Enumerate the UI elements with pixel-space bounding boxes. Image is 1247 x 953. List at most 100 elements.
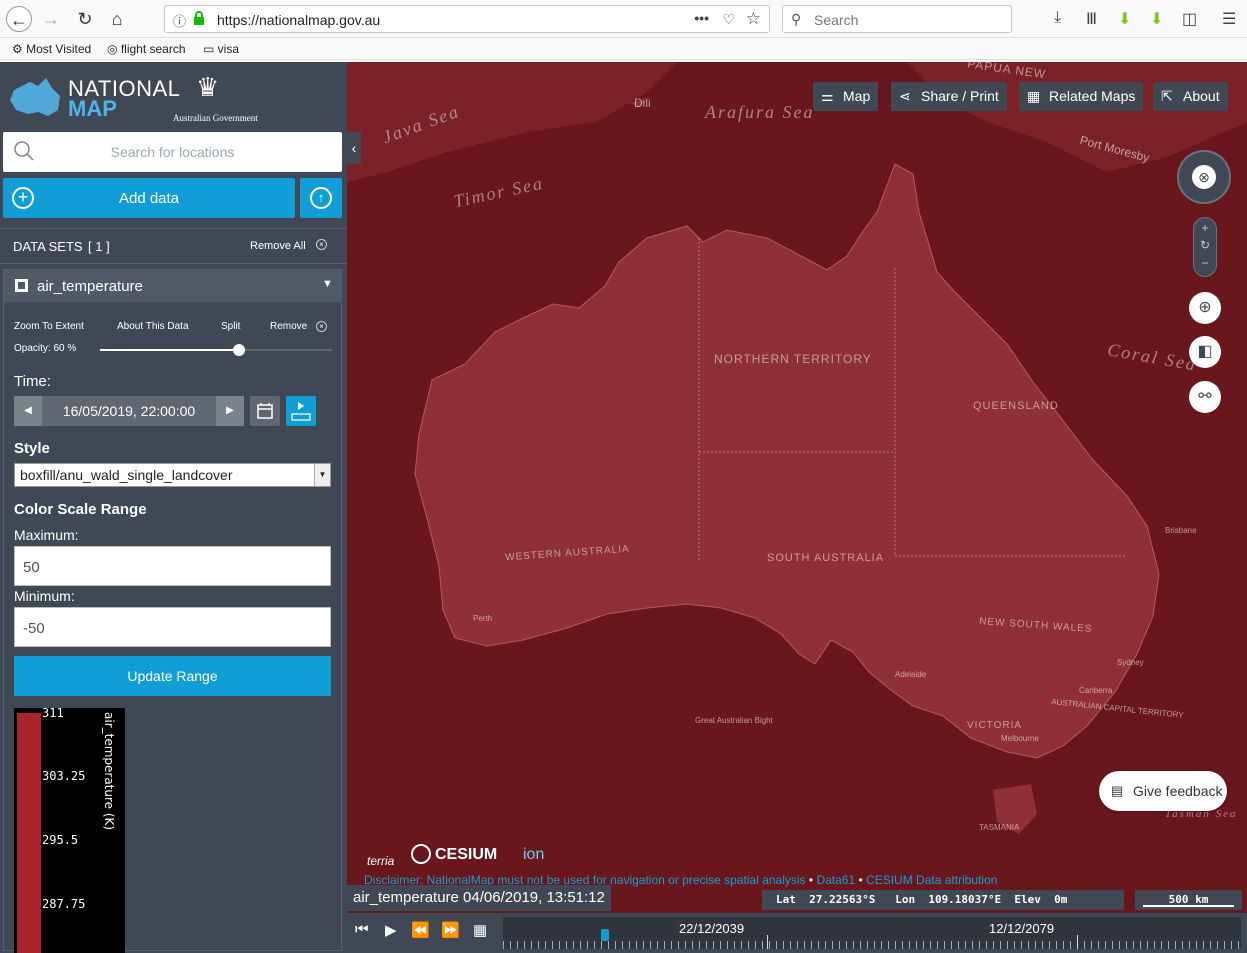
dataset-name: air_temperature [37,278,143,295]
timeline-track[interactable]: 22/12/2039 12/12/2079 [503,917,1241,949]
step-back-icon[interactable]: ⏪ [411,921,430,939]
coordinates-readout: Lat 27.22563°S Lon 109.18037°E Elev 0m [762,890,1124,910]
add-data-button[interactable]: + Add data [3,178,295,218]
zoom-to-extent-link[interactable]: Zoom To Extent [14,321,84,332]
extension-download-icon[interactable]: ⬇ [1118,9,1131,29]
search-placeholder: Search for locations [110,144,235,160]
page-actions-icon[interactable]: ••• [694,10,709,26]
dataset-panel: air_temperature ▼ Zoom To Extent About T… [3,269,342,953]
menu-icon[interactable]: ☰ [1222,9,1236,29]
opacity-slider-fill [100,349,240,351]
datasets-title: DATA SETS [13,239,83,254]
dataset-item-header[interactable]: air_temperature ▼ [4,270,341,302]
style-select[interactable]: boxfill/anu_wald_single_landcover ▼ [14,463,331,487]
split-link[interactable]: Split [221,321,240,332]
upload-button[interactable]: ↑ [300,178,342,218]
info-icon[interactable]: ⓘ [173,11,186,30]
map-label-northern-territory: NORTHERN TERRITORY [714,352,872,366]
browser-toolbar: ← → ↻ ⌂ ⓘ https://nationalmap.gov.au •••… [0,0,1247,38]
related-maps-button[interactable]: ▦ Related Maps [1019,82,1144,111]
legend-tick: 287.75 [42,897,86,911]
terria-logo[interactable]: terria [367,854,394,868]
bookmark-star-icon[interactable]: ☆ [746,9,761,29]
collapse-sidebar-button[interactable]: ‹ [347,132,361,164]
zoom-out-icon[interactable]: − [1194,256,1216,270]
external-link-icon: ⇱ [1161,88,1173,104]
location-search-input[interactable]: Search for locations [3,132,342,172]
remove-all-button[interactable]: Remove All [250,240,306,252]
legend-tick: 311 [42,706,64,720]
map-label-brisbane: Brisbane [1165,526,1197,535]
timeline-major-tick [1077,935,1078,949]
minimum-input[interactable]: -50 [14,607,331,647]
opacity-slider-handle[interactable] [233,344,246,356]
reset-view-icon[interactable]: ↻ [1194,238,1216,252]
about-data-link[interactable]: About This Data [117,321,189,332]
browser-search-placeholder: Search [814,12,859,28]
pocket-icon[interactable]: ♡ [722,11,735,28]
download-icon[interactable]: ⤓ [1054,9,1061,27]
timeline-calendar-icon[interactable]: ▦ [473,921,487,939]
back-icon[interactable]: ← [6,6,32,32]
remove-icon[interactable]: × [316,321,327,332]
bookmark-visa[interactable]: ▭ visa [203,42,239,56]
forward-icon[interactable]: → [38,6,64,32]
timeline: ⏮ ▶ ⏪ ⏩ ▦ 22/12/2039 12/12/2079 [347,913,1247,953]
give-feedback-label: Give feedback [1133,783,1223,799]
map-view[interactable]: Java Sea Timor Sea Arafura Sea Coral Sea… [347,62,1247,953]
reload-icon[interactable]: ↻ [72,6,98,32]
home-icon[interactable]: ⌂ [104,6,130,32]
go-to-start-icon[interactable]: ⏮ [355,921,369,938]
give-feedback-button[interactable]: ▤ Give feedback [1099,771,1227,811]
map-label-adelaide: Adelaide [895,670,927,679]
search-icon: ⚲ [791,11,802,27]
remove-link[interactable]: Remove [270,321,307,332]
compass-icon: ⊗ [1192,165,1216,189]
remove-all-icon[interactable]: × [316,239,327,250]
extension-download-alt-icon[interactable]: ⬇ [1150,9,1163,29]
collapse-arrow-icon[interactable]: ▼ [322,278,333,290]
play-icon[interactable]: ▶ [385,921,397,939]
legend: 311 303.25 295.5 287.75 air_temperature … [14,706,125,953]
dropdown-arrow-icon: ▼ [314,464,330,486]
bookmark-label: visa [217,42,240,56]
maximum-input[interactable]: 50 [14,546,331,586]
about-button[interactable]: ⇱ About [1153,82,1228,111]
add-to-timeline-button[interactable] [286,396,316,426]
bookmark-label: flight search [120,42,186,56]
sidebar-toggle-icon[interactable]: ◫ [1182,9,1197,29]
current-dataset-time: air_temperature 04/06/2019, 13:51:12 [347,885,611,911]
measure-tool-button[interactable]: ⚯ [1189,381,1221,413]
logo[interactable]: NATIONAL MAP ♛ Australian Government [8,72,328,132]
measure-icon: ⚯ [1198,388,1212,405]
bookmark-label: Most Visited [26,42,92,56]
browser-search-field[interactable]: ⚲ Search [782,5,1012,33]
previous-time-button[interactable]: ◀ [14,396,42,426]
library-icon[interactable]: Ⅲ [1086,9,1097,29]
cesium-logo[interactable]: CESIUM [435,846,497,864]
map-button[interactable]: ⚌ Map [813,82,879,111]
update-range-button[interactable]: Update Range [14,656,331,696]
add-data-label: Add data [118,190,180,207]
time-value: 16/05/2019, 22:00:00 [62,403,196,419]
next-time-button[interactable]: ▶ [216,396,244,426]
bookmark-most-visited[interactable]: ⚙ Most Visited [12,42,91,56]
datasets-count: [ 1 ] [88,239,110,254]
step-forward-icon[interactable]: ⏩ [441,921,460,939]
zoom-in-icon[interactable]: + [1194,221,1216,235]
opacity-slider[interactable] [100,344,332,356]
sidebar: NATIONAL MAP ♛ Australian Government Sea… [0,62,347,953]
my-location-button[interactable]: ⊕ [1189,292,1221,324]
logo-map: MAP [68,96,117,121]
timeline-cursor[interactable] [601,929,609,941]
share-print-button[interactable]: ⋖ Share / Print [891,82,1007,111]
bookmark-flight-search[interactable]: ◎ flight search [107,42,186,56]
url-bar[interactable]: ⓘ https://nationalmap.gov.au ••• ♡ ☆ [164,5,770,33]
gov-label: Australian Government [173,113,258,123]
legend-tick: 295.5 [42,833,79,847]
dataset-visibility-checkbox[interactable] [15,279,28,292]
compass[interactable]: ⊗ [1177,150,1231,204]
calendar-button[interactable] [250,396,280,426]
bookmarks-bar: ⚙ Most Visited ◎ flight search ▭ visa [0,38,1247,60]
split-compare-button[interactable]: ◧ [1189,336,1221,368]
